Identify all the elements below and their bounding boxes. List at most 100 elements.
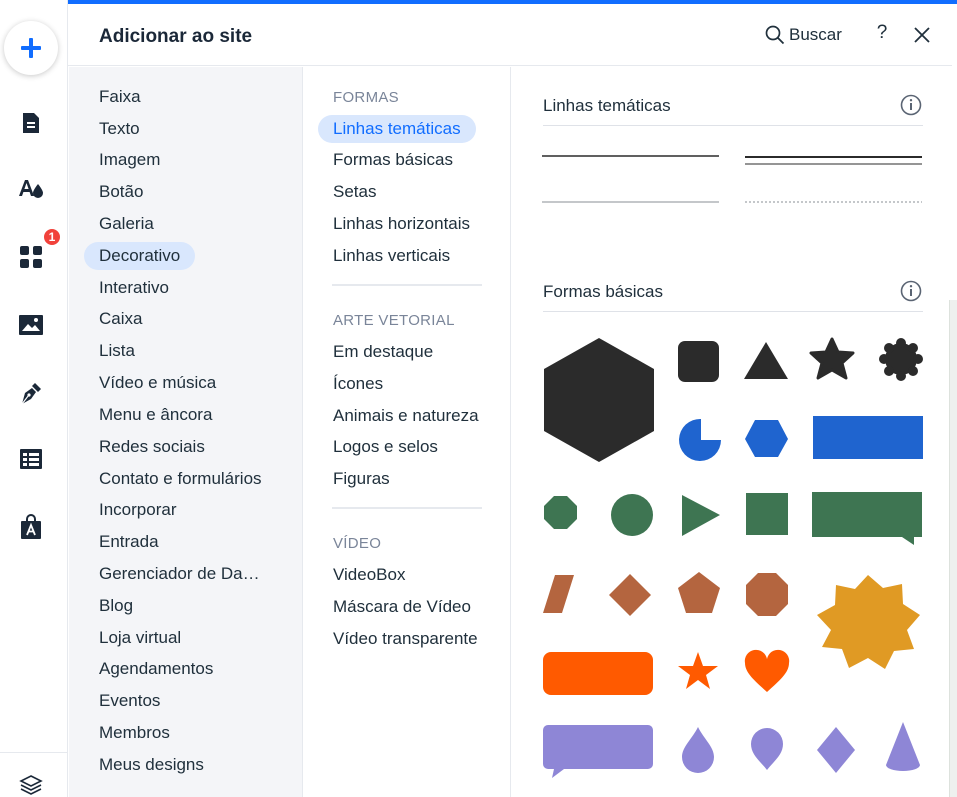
shape-octagon-brown[interactable] — [746, 573, 788, 616]
panel-title: Adicionar ao site — [99, 26, 253, 47]
shape-map-pin[interactable] — [751, 728, 783, 770]
layers-icon — [19, 775, 43, 795]
cms-button[interactable] — [14, 442, 48, 476]
section-title-video: VÍDEO — [333, 535, 382, 552]
shape-diamond-lavender[interactable] — [817, 727, 855, 773]
category-item-texto[interactable]: Texto — [84, 115, 155, 143]
pages-icon — [23, 113, 39, 133]
section-divider — [332, 284, 482, 286]
pen-tool-button[interactable] — [14, 376, 48, 410]
subcategory-icones[interactable]: Ícones — [318, 370, 398, 398]
shape-star-orange[interactable] — [678, 652, 718, 689]
shape-octagon-green[interactable] — [544, 496, 577, 529]
search-icon — [765, 25, 785, 45]
category-item-video-musica[interactable]: Vídeo e música — [84, 369, 231, 397]
category-item-eventos[interactable]: Eventos — [84, 687, 175, 715]
shape-square-green[interactable] — [746, 493, 788, 535]
subcategory-setas[interactable]: Setas — [318, 178, 391, 206]
app-market-button[interactable] — [14, 510, 48, 544]
subcategory-mascara-video[interactable]: Máscara de Vídeo — [318, 593, 486, 621]
subcategory-linhas-horizontais[interactable]: Linhas horizontais — [318, 210, 485, 238]
category-item-galeria[interactable]: Galeria — [84, 210, 169, 238]
pages-button[interactable] — [14, 106, 48, 140]
table-icon — [20, 449, 42, 469]
store-bag-icon — [21, 514, 41, 539]
shape-star-rounded[interactable] — [809, 337, 855, 380]
shape-pie-three-quarter[interactable] — [679, 418, 721, 461]
category-item-caixa[interactable]: Caixa — [84, 305, 157, 333]
category-item-gerenciador[interactable]: Gerenciador de Da… — [84, 560, 275, 588]
shape-play-triangle[interactable] — [682, 495, 720, 536]
subcategory-linhas-verticais[interactable]: Linhas verticais — [318, 242, 465, 270]
shape-triangle[interactable] — [744, 342, 788, 379]
element-gallery: Linhas temáticas Formas básicas — [512, 67, 957, 797]
subcategory-em-destaque[interactable]: Em destaque — [318, 338, 448, 366]
design-button[interactable] — [14, 171, 48, 205]
category-item-menu-ancora[interactable]: Menu e âncora — [84, 401, 227, 429]
category-item-interativo[interactable]: Interativo — [84, 274, 184, 302]
category-item-meus-designs[interactable]: Meus designs — [84, 751, 219, 779]
layers-button[interactable] — [14, 768, 48, 797]
category-item-entrada[interactable]: Entrada — [84, 528, 174, 556]
pen-icon — [21, 383, 41, 405]
category-list: Faixa Texto Imagem Botão Galeria Decorat… — [69, 67, 303, 797]
shape-hexagon-large[interactable] — [544, 338, 654, 462]
shape-rectangle-blue[interactable] — [813, 416, 923, 459]
close-button[interactable] — [911, 24, 933, 46]
panel-header: Adicionar ao site Buscar ? — [68, 4, 952, 66]
toolbar-divider — [0, 752, 68, 753]
search-label: Buscar — [789, 25, 842, 44]
subcategory-video-transparente[interactable]: Vídeo transparente — [318, 625, 493, 653]
design-icon — [19, 180, 43, 198]
shape-parallelogram[interactable] — [543, 575, 574, 613]
media-icon — [19, 315, 43, 335]
section-divider — [332, 507, 482, 509]
section-title-arte-vetorial: ARTE VETORIAL — [333, 312, 455, 329]
category-item-contato[interactable]: Contato e formulários — [84, 465, 277, 493]
shape-speech-bubble-lavender[interactable] — [543, 725, 653, 778]
category-item-imagem[interactable]: Imagem — [84, 146, 175, 174]
section-title-formas: FORMAS — [333, 89, 399, 106]
category-item-faixa[interactable]: Faixa — [84, 83, 156, 111]
category-item-agendamentos[interactable]: Agendamentos — [84, 655, 228, 683]
apps-button[interactable] — [14, 240, 48, 274]
canvas-edge — [949, 300, 957, 797]
subcategory-animais-natureza[interactable]: Animais e natureza — [318, 402, 494, 430]
subcategory-videobox[interactable]: VideoBox — [318, 561, 420, 589]
category-item-decorativo[interactable]: Decorativo — [84, 242, 196, 270]
plus-icon — [21, 38, 41, 58]
add-elements-button[interactable] — [4, 21, 58, 75]
shape-pentagon[interactable] — [678, 572, 720, 613]
basic-shapes-grid — [543, 337, 923, 778]
category-item-botao[interactable]: Botão — [84, 178, 158, 206]
subcategory-logos-selos[interactable]: Logos e selos — [318, 433, 453, 461]
subcategory-figuras[interactable]: Figuras — [318, 465, 405, 493]
help-button[interactable]: ? — [872, 22, 892, 48]
apps-notification-badge: 1 — [42, 227, 62, 247]
shape-heart[interactable] — [744, 649, 790, 692]
subcategory-formas-basicas[interactable]: Formas básicas — [318, 146, 468, 174]
category-item-redes-sociais[interactable]: Redes sociais — [84, 433, 220, 461]
shape-diamond-brown[interactable] — [609, 574, 651, 616]
shape-cone[interactable] — [886, 722, 920, 771]
subcategory-list: FORMAS Linhas temáticas Formas básicas S… — [303, 67, 511, 797]
category-item-incorporar[interactable]: Incorporar — [84, 496, 191, 524]
media-button[interactable] — [14, 308, 48, 342]
shape-scalloped-circle[interactable] — [879, 338, 923, 381]
shape-starburst[interactable] — [817, 575, 920, 669]
shape-hexagon-blue[interactable] — [745, 420, 788, 457]
shape-speech-bubble-green[interactable] — [812, 492, 922, 545]
close-icon — [914, 27, 930, 43]
category-item-membros[interactable]: Membros — [84, 719, 185, 747]
shape-circle-green[interactable] — [611, 494, 653, 536]
left-toolbar: 1 — [0, 0, 68, 797]
shape-rounded-square[interactable] — [678, 341, 719, 382]
shape-rounded-rect-orange[interactable] — [543, 652, 653, 695]
apps-icon — [20, 246, 42, 268]
shape-drop[interactable] — [682, 727, 714, 773]
category-item-blog[interactable]: Blog — [84, 592, 148, 620]
subcategory-linhas-tematicas[interactable]: Linhas temáticas — [318, 115, 476, 143]
category-item-lista[interactable]: Lista — [84, 337, 150, 365]
category-item-loja-virtual[interactable]: Loja virtual — [84, 624, 196, 652]
search-button[interactable]: Buscar — [765, 22, 842, 48]
